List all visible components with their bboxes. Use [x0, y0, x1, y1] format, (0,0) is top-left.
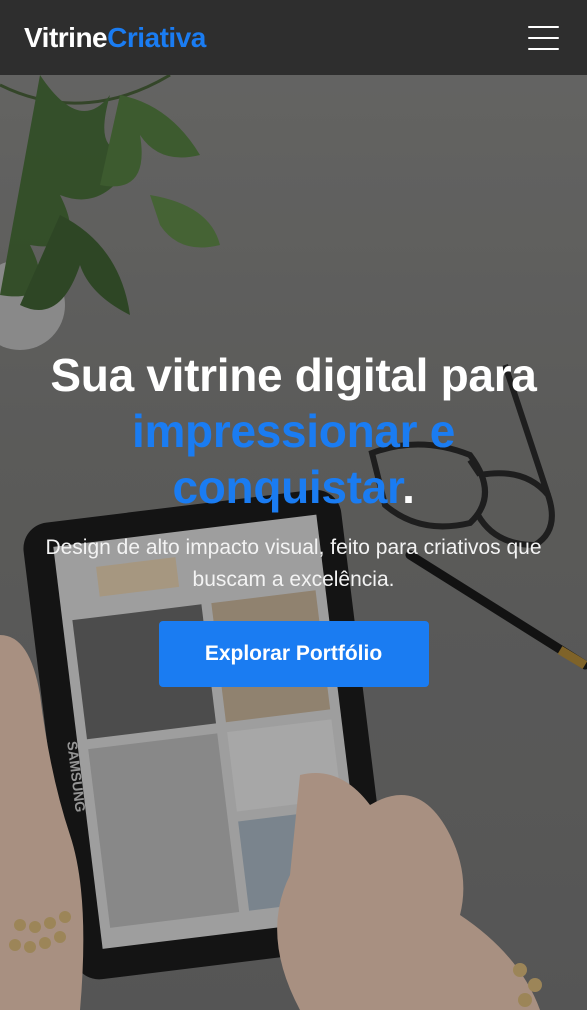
hero-title-line1: Sua vitrine digital para	[50, 349, 537, 401]
explore-portfolio-button[interactable]: Explorar Portfólio	[158, 621, 429, 687]
hero-section: SAMSUNG Sua vitrine digital para impress…	[0, 75, 587, 1010]
hero-content: Sua vitrine digital para impressionar e …	[0, 347, 587, 687]
hamburger-menu-icon[interactable]	[528, 25, 559, 50]
site-logo[interactable]: VitrineCriativa	[24, 22, 206, 54]
hero-title-period: .	[402, 461, 415, 513]
hero-subtitle: Design de alto impacto visual, feito par…	[45, 536, 542, 591]
logo-accent-text: Criativa	[107, 21, 206, 53]
hero-title: Sua vitrine digital para impressionar e …	[0, 347, 587, 515]
logo-main-text: Vitrine	[24, 21, 108, 53]
site-header: VitrineCriativa	[0, 0, 587, 75]
